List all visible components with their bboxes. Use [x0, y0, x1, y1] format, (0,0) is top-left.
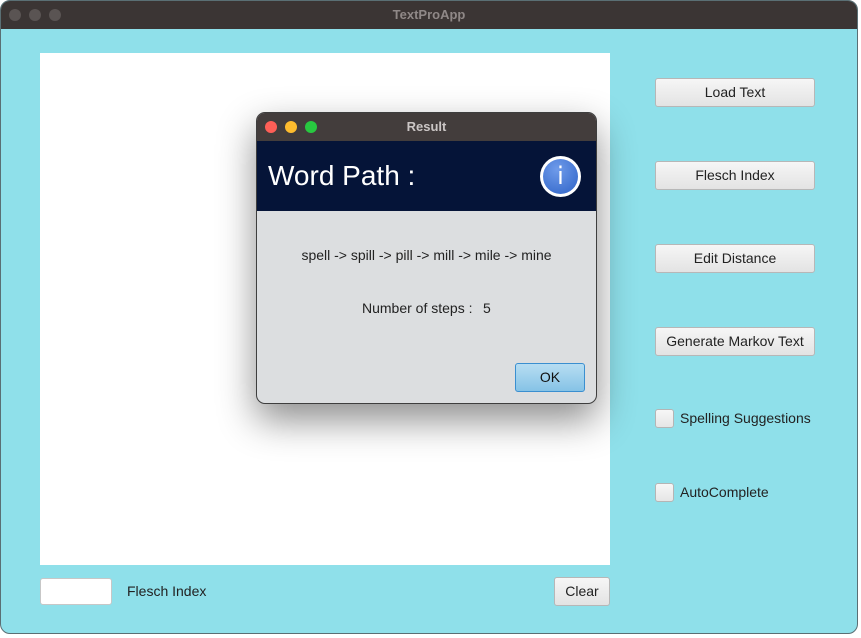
dialog-title: Result	[406, 119, 447, 134]
main-titlebar: TextProApp	[1, 1, 857, 29]
autocomplete-checkbox[interactable]	[655, 482, 674, 502]
steps-value: 5	[483, 300, 491, 316]
edit-distance-button[interactable]: Edit Distance	[655, 244, 815, 273]
autocomplete-label: AutoComplete	[680, 484, 769, 500]
load-text-button[interactable]: Load Text	[655, 78, 815, 107]
ok-button[interactable]: OK	[515, 363, 585, 392]
clear-button[interactable]: Clear	[554, 577, 610, 606]
steps-label: Number of steps :	[362, 300, 473, 316]
spelling-suggestions-label: Spelling Suggestions	[680, 410, 811, 426]
flesch-index-field[interactable]	[40, 578, 112, 605]
dialog-titlebar: Result	[257, 113, 596, 141]
generate-markov-text-button[interactable]: Generate Markov Text	[655, 327, 815, 356]
flesch-index-label: Flesch Index	[127, 583, 207, 599]
autocomplete-row[interactable]: AutoComplete	[655, 482, 769, 502]
flesch-index-button[interactable]: Flesch Index	[655, 161, 815, 190]
spelling-suggestions-row[interactable]: Spelling Suggestions	[655, 408, 811, 428]
info-icon-glyph: i	[543, 159, 578, 194]
result-dialog: Result Word Path : i spell -> spill -> p…	[256, 112, 597, 404]
word-path-text: spell -> spill -> pill -> mill -> mile -…	[301, 247, 552, 263]
dialog-header: Word Path : i	[257, 141, 596, 211]
dialog-heading: Word Path :	[268, 160, 416, 191]
info-icon: i	[540, 156, 581, 197]
window-title: TextProApp	[392, 7, 466, 22]
spelling-suggestions-checkbox[interactable]	[655, 408, 674, 428]
